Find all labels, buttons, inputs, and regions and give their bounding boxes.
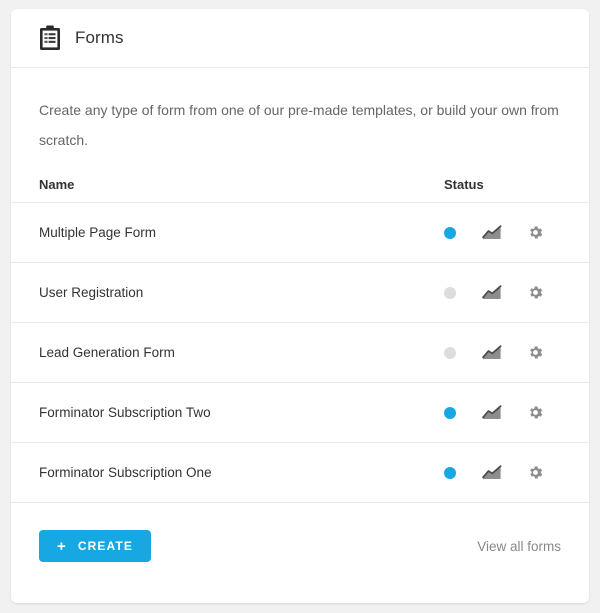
forms-card: Forms Create any type of form from one o…	[11, 9, 589, 603]
row-actions	[444, 404, 561, 421]
row-actions	[444, 464, 561, 481]
create-button[interactable]: + CREATE	[39, 530, 151, 562]
card-description: Create any type of form from one of our …	[39, 102, 559, 148]
form-name: Forminator Subscription One	[39, 465, 212, 480]
chart-icon[interactable]	[482, 284, 502, 301]
chart-icon[interactable]	[482, 464, 502, 481]
card-footer: + CREATE View all forms	[11, 503, 589, 589]
table-row[interactable]: Multiple Page Form	[11, 203, 589, 263]
chart-icon[interactable]	[482, 404, 502, 421]
status-badge	[444, 286, 456, 299]
plus-icon: +	[57, 537, 67, 555]
create-button-label: CREATE	[77, 539, 133, 553]
status-badge	[444, 226, 456, 239]
column-header-status: Status	[444, 177, 484, 192]
gear-icon[interactable]	[526, 404, 544, 421]
table-row[interactable]: Lead Generation Form	[11, 323, 589, 383]
status-badge	[444, 466, 456, 479]
gear-icon[interactable]	[526, 344, 544, 361]
form-name: Lead Generation Form	[39, 345, 175, 360]
chart-icon[interactable]	[482, 224, 502, 241]
table-row[interactable]: Forminator Subscription Two	[11, 383, 589, 443]
table-row[interactable]: User Registration	[11, 263, 589, 323]
column-header-name: Name	[39, 177, 75, 192]
table-row[interactable]: Forminator Subscription One	[11, 443, 589, 503]
gear-icon[interactable]	[526, 284, 544, 301]
form-name: Multiple Page Form	[39, 225, 157, 240]
gear-icon[interactable]	[526, 224, 544, 241]
gear-icon[interactable]	[526, 464, 544, 481]
form-name: User Registration	[39, 285, 144, 300]
view-all-forms-link[interactable]: View all forms	[477, 539, 561, 554]
table-body: Multiple Page Form User Registration Lead …	[11, 203, 589, 503]
table-header-row: Name Status	[11, 177, 589, 203]
status-badge	[444, 406, 456, 419]
clipboard-icon	[40, 25, 60, 50]
status-badge	[444, 346, 456, 359]
form-name: Forminator Subscription Two	[39, 405, 211, 420]
page-title: Forms	[75, 28, 124, 47]
row-actions	[444, 344, 561, 361]
card-header: Forms	[11, 9, 589, 68]
row-actions	[444, 224, 561, 241]
row-actions	[444, 284, 561, 301]
forms-table: Name Status Multiple Page Form User Regis…	[11, 177, 589, 503]
chart-icon[interactable]	[482, 344, 502, 361]
